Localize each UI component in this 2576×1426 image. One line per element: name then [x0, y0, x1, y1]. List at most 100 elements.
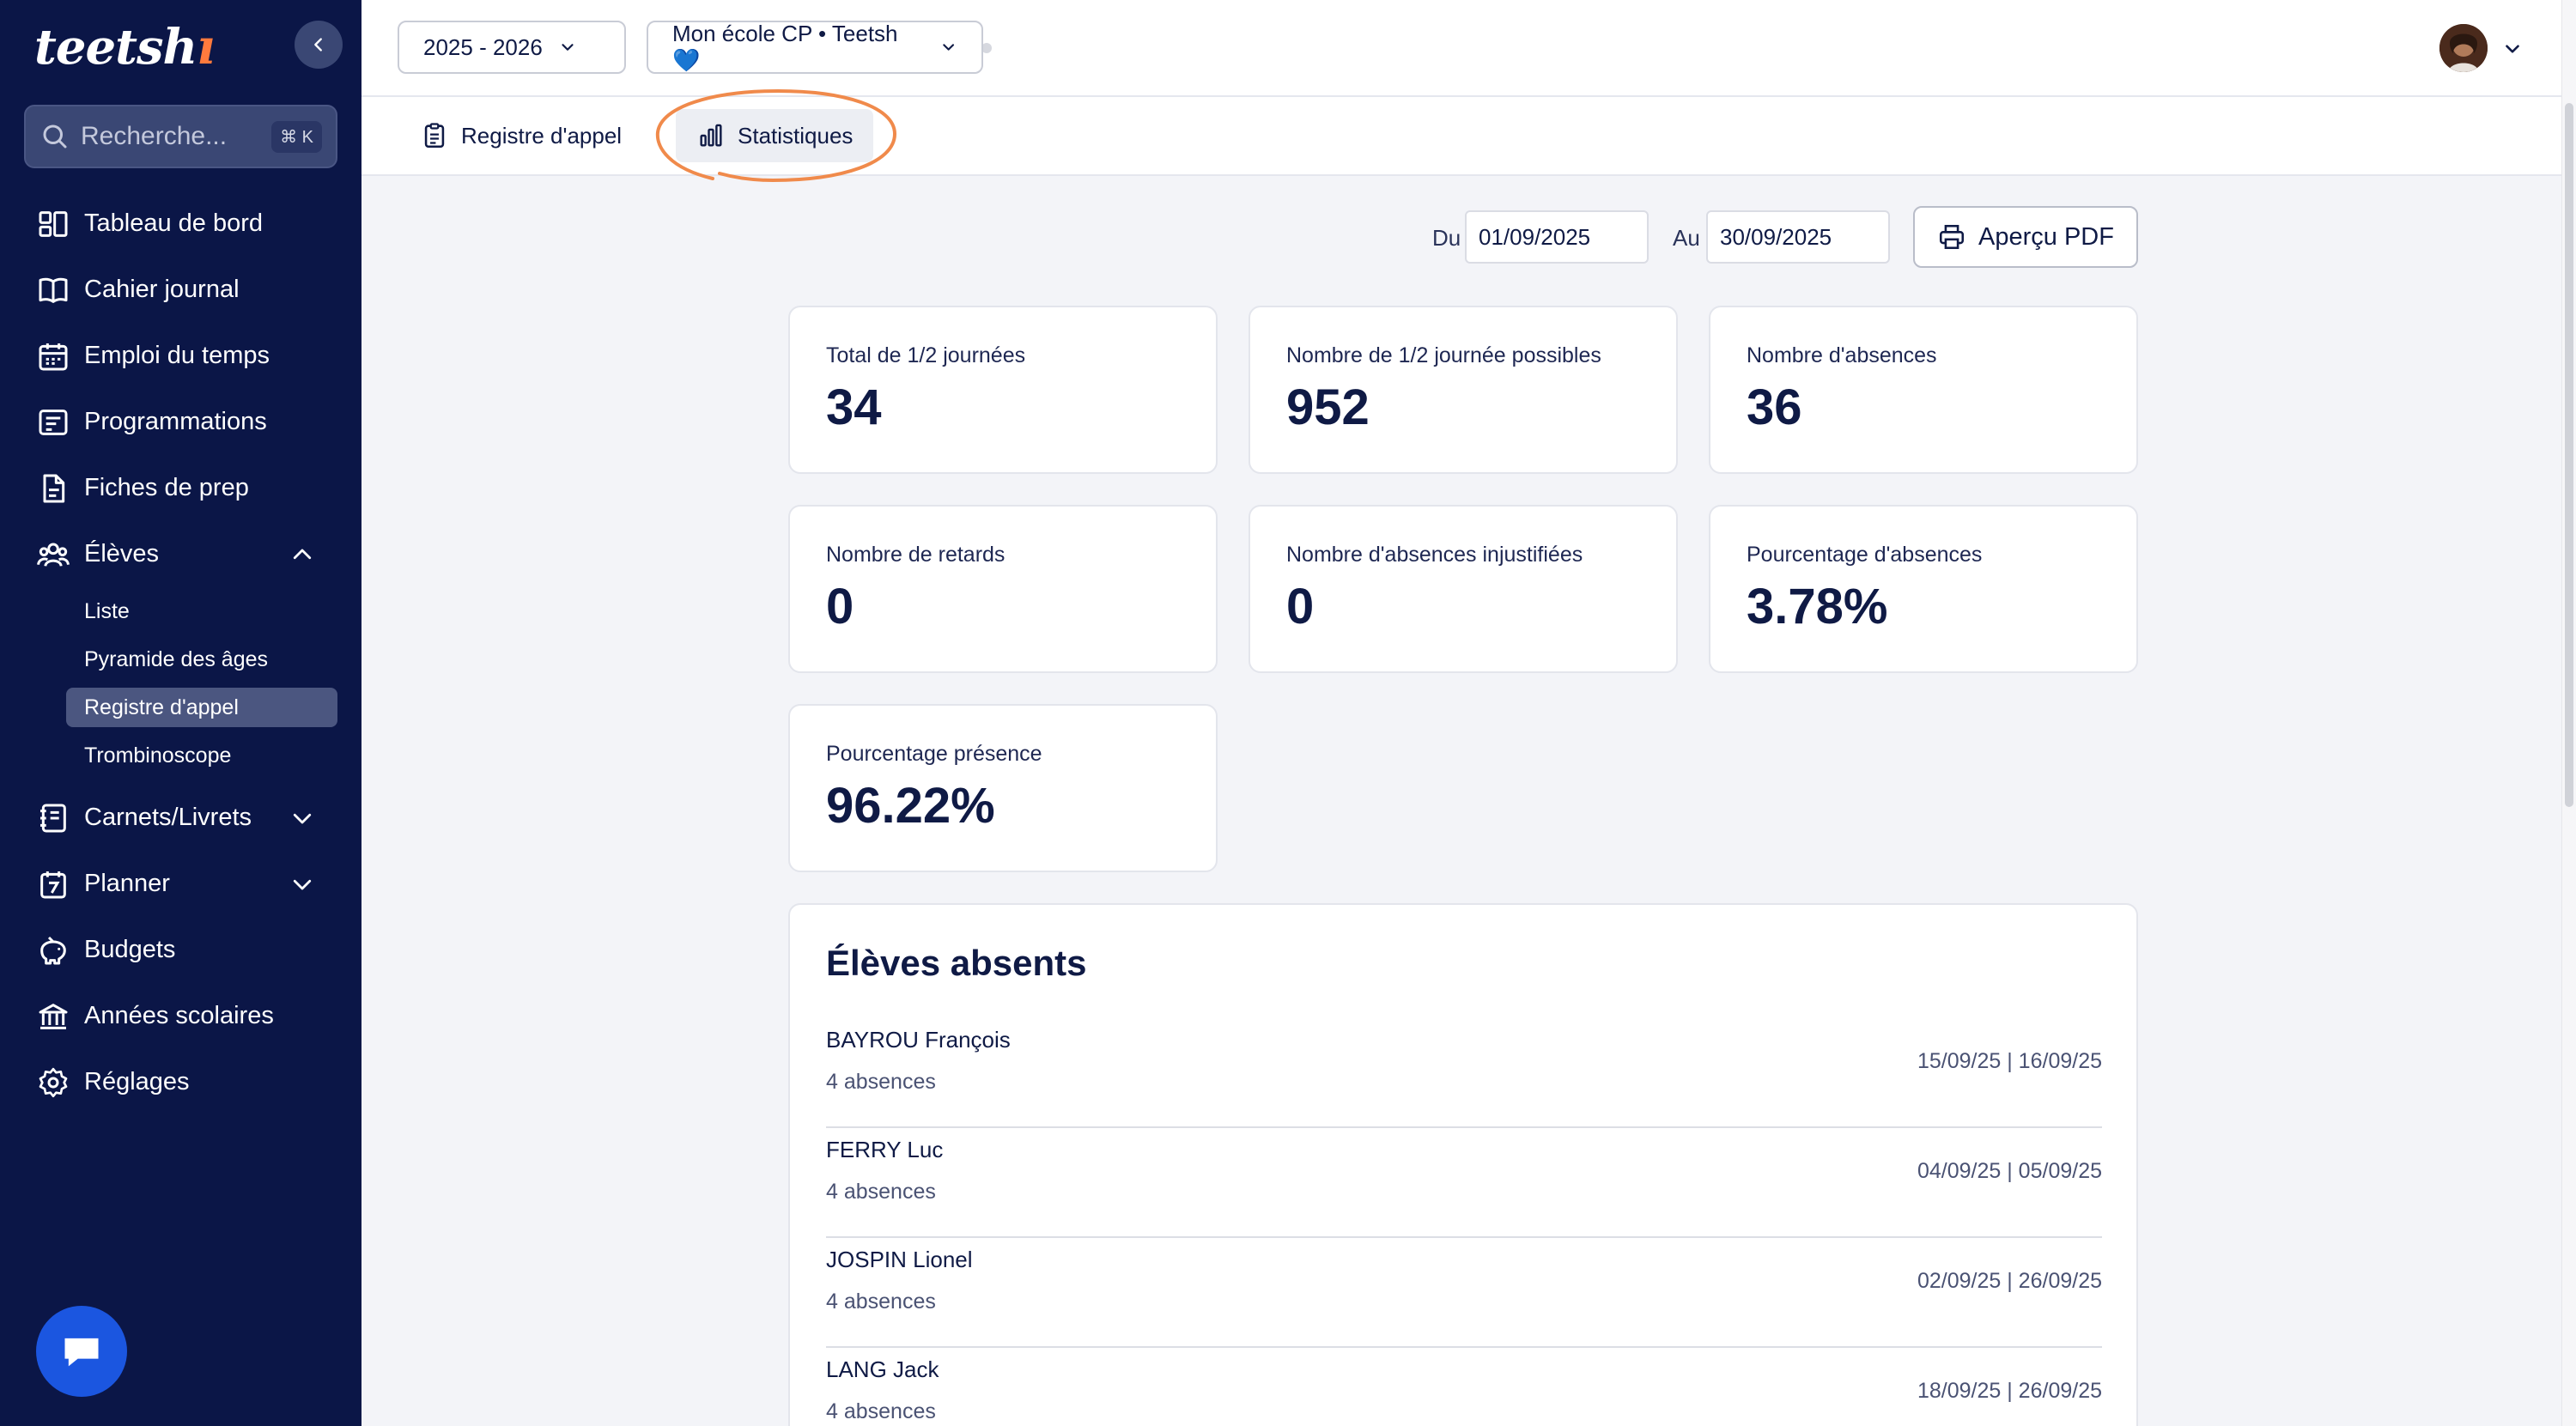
to-date-input[interactable]: 30/09/2025 — [1706, 210, 1890, 264]
stat-label: Pourcentage d'absences — [1747, 543, 1983, 567]
stat-label: Nombre de retards — [826, 543, 1005, 567]
from-date-value: 01/09/2025 — [1479, 223, 1591, 250]
piggy-bank-icon — [40, 936, 66, 964]
sidebar-item-label: Emploi du temps — [84, 342, 270, 369]
stat-card-absences-injustifiees: Nombre d'absences injustifiées 0 — [1249, 505, 1678, 673]
clipboard-icon — [424, 123, 445, 149]
to-label: Au — [1673, 225, 1700, 251]
tab-label: Statistiques — [738, 122, 854, 149]
sidebar-item-planner[interactable]: Planner — [0, 851, 361, 917]
sidebar-item-budgets[interactable]: Budgets — [0, 917, 361, 983]
tab-statistiques[interactable]: Statistiques — [676, 109, 874, 162]
search-box[interactable]: Recherche... ⌘ K — [24, 105, 337, 168]
student-name: JOSPIN Lionel — [826, 1247, 973, 1272]
chevron-down-icon — [942, 44, 954, 51]
user-avatar[interactable] — [2439, 24, 2488, 72]
sidebar-item-reglages[interactable]: Réglages — [0, 1049, 361, 1115]
absent-student-row[interactable]: JOSPIN Lionel 4 absences 02/09/25 | 26/0… — [826, 1238, 2102, 1348]
sidebar-item-emploi-du-temps[interactable]: Emploi du temps — [0, 323, 361, 389]
sidebar-item-label: Cahier journal — [84, 276, 240, 303]
sidebar-item-cahier-journal[interactable]: Cahier journal — [0, 257, 361, 323]
search-shortcut: ⌘ K — [271, 120, 322, 153]
chat-support-button[interactable] — [36, 1306, 127, 1397]
sidebar-item-label: Élèves — [84, 540, 160, 567]
top-bar: 2025 - 2026 Mon école CP • Teetsh 💙 — [361, 0, 2561, 97]
tab-registre-appel[interactable]: Registre d'appel — [399, 109, 642, 162]
stat-label: Total de 1/2 journées — [826, 343, 1026, 367]
page-scrollbar[interactable] — [2561, 0, 2576, 1426]
absence-count: 4 absences — [826, 1070, 936, 1094]
stat-label: Nombre d'absences injustifiées — [1286, 543, 1583, 567]
scrollbar-thumb[interactable] — [2565, 103, 2573, 807]
sidebar-subitem-liste[interactable]: Liste — [0, 587, 361, 635]
sidebar-item-label: Planner — [84, 870, 170, 897]
sidebar-item-eleves[interactable]: Élèves — [0, 521, 361, 587]
sidebar-item-tableau-de-bord[interactable]: Tableau de bord — [0, 191, 361, 257]
school-year-value: 2025 - 2026 — [423, 33, 543, 60]
student-name: FERRY Luc — [826, 1137, 944, 1162]
sidebar-subitem-pyramide[interactable]: Pyramide des âges — [0, 635, 361, 683]
dashboard-icon — [39, 210, 68, 237]
sidebar-item-fiches-de-prep[interactable]: Fiches de prep — [0, 455, 361, 521]
book-icon — [39, 277, 68, 303]
list-icon — [39, 409, 68, 435]
absence-dates: 15/09/25 | 16/09/25 — [1917, 1049, 2102, 1073]
absent-student-row[interactable]: LANG Jack 4 absences 18/09/25 | 26/09/25 — [826, 1348, 2102, 1426]
chat-icon — [64, 1338, 99, 1367]
users-icon — [37, 543, 70, 567]
sidebar: teetshı Recherche... ⌘ K Tableau de bord… — [0, 0, 361, 1426]
chevron-left-icon — [314, 38, 322, 52]
sidebar-item-carnets-livrets[interactable]: Carnets/Livrets — [0, 785, 361, 851]
sidebar-item-label: Programmations — [84, 408, 267, 435]
stat-label: Pourcentage présence — [826, 742, 1042, 766]
sidebar-nav: Tableau de bord Cahier journal Emploi du… — [0, 191, 361, 1115]
sidebar-item-label: Années scolaires — [84, 1002, 274, 1029]
student-name: BAYROU François — [826, 1027, 1011, 1053]
school-year-select[interactable]: 2025 - 2026 — [398, 21, 626, 74]
panel-title: Élèves absents — [826, 943, 1087, 983]
stat-label: Nombre d'absences — [1747, 343, 1937, 367]
chevron-down-icon — [562, 44, 574, 51]
stat-value: 0 — [826, 579, 854, 634]
sidebar-item-programmations[interactable]: Programmations — [0, 389, 361, 455]
sidebar-item-label: Tableau de bord — [84, 209, 263, 237]
sidebar-subitem-trombinoscope[interactable]: Trombinoscope — [0, 731, 361, 780]
sidebar-item-label: Réglages — [84, 1068, 190, 1095]
chevron-down-icon[interactable] — [289, 871, 315, 897]
tab-label: Registre d'appel — [461, 122, 623, 149]
stat-card-pourcentage-absences: Pourcentage d'absences 3.78% — [1709, 505, 2138, 673]
teetsh-logo[interactable]: teetshı — [34, 19, 216, 76]
sidebar-item-annees-scolaires[interactable]: Années scolaires — [0, 983, 361, 1049]
bar-chart-icon — [700, 124, 722, 147]
chevron-down-icon[interactable] — [2501, 38, 2524, 60]
class-select[interactable]: Mon école CP • Teetsh 💙 — [647, 21, 983, 74]
document-icon — [43, 474, 65, 502]
absence-count: 4 absences — [826, 1180, 936, 1204]
stat-value: 34 — [826, 379, 882, 435]
from-label: Du — [1432, 225, 1461, 251]
student-name: LANG Jack — [826, 1356, 939, 1382]
absent-student-row[interactable]: FERRY Luc 4 absences 04/09/25 | 05/09/25 — [826, 1128, 2102, 1238]
absence-dates: 18/09/25 | 26/09/25 — [1917, 1379, 2102, 1403]
stat-card-nombre-retards: Nombre de retards 0 — [788, 505, 1218, 673]
chevron-down-icon[interactable] — [289, 805, 315, 831]
chevron-up-icon[interactable] — [289, 542, 315, 567]
pdf-preview-button[interactable]: Aperçu PDF — [1913, 206, 2138, 268]
from-date-input[interactable]: 01/09/2025 — [1465, 210, 1649, 264]
stat-value: 0 — [1286, 579, 1315, 634]
absent-student-row[interactable]: BAYROU François 4 absences 15/09/25 | 16… — [826, 1018, 2102, 1128]
absence-dates: 02/09/25 | 26/09/25 — [1917, 1269, 2102, 1293]
sidebar-subitem-registre-appel[interactable]: Registre d'appel — [0, 683, 361, 731]
stat-value: 3.78% — [1747, 579, 1888, 634]
stat-card-pourcentage-presence: Pourcentage présence 96.22% — [788, 704, 1218, 872]
gear-icon — [39, 1067, 68, 1097]
stat-card-demi-journees-possibles: Nombre de 1/2 journée possibles 952 — [1249, 306, 1678, 474]
stat-value: 36 — [1747, 379, 1802, 435]
absent-students-panel: Élèves absents BAYROU François 4 absence… — [788, 903, 2138, 1426]
printer-icon — [1939, 224, 1965, 250]
collapse-sidebar-button[interactable] — [295, 21, 343, 69]
notebook-icon — [40, 804, 66, 832]
search-placeholder: Recherche... — [81, 122, 228, 150]
pdf-button-label: Aperçu PDF — [1978, 222, 2114, 251]
calendar-icon — [39, 343, 68, 370]
